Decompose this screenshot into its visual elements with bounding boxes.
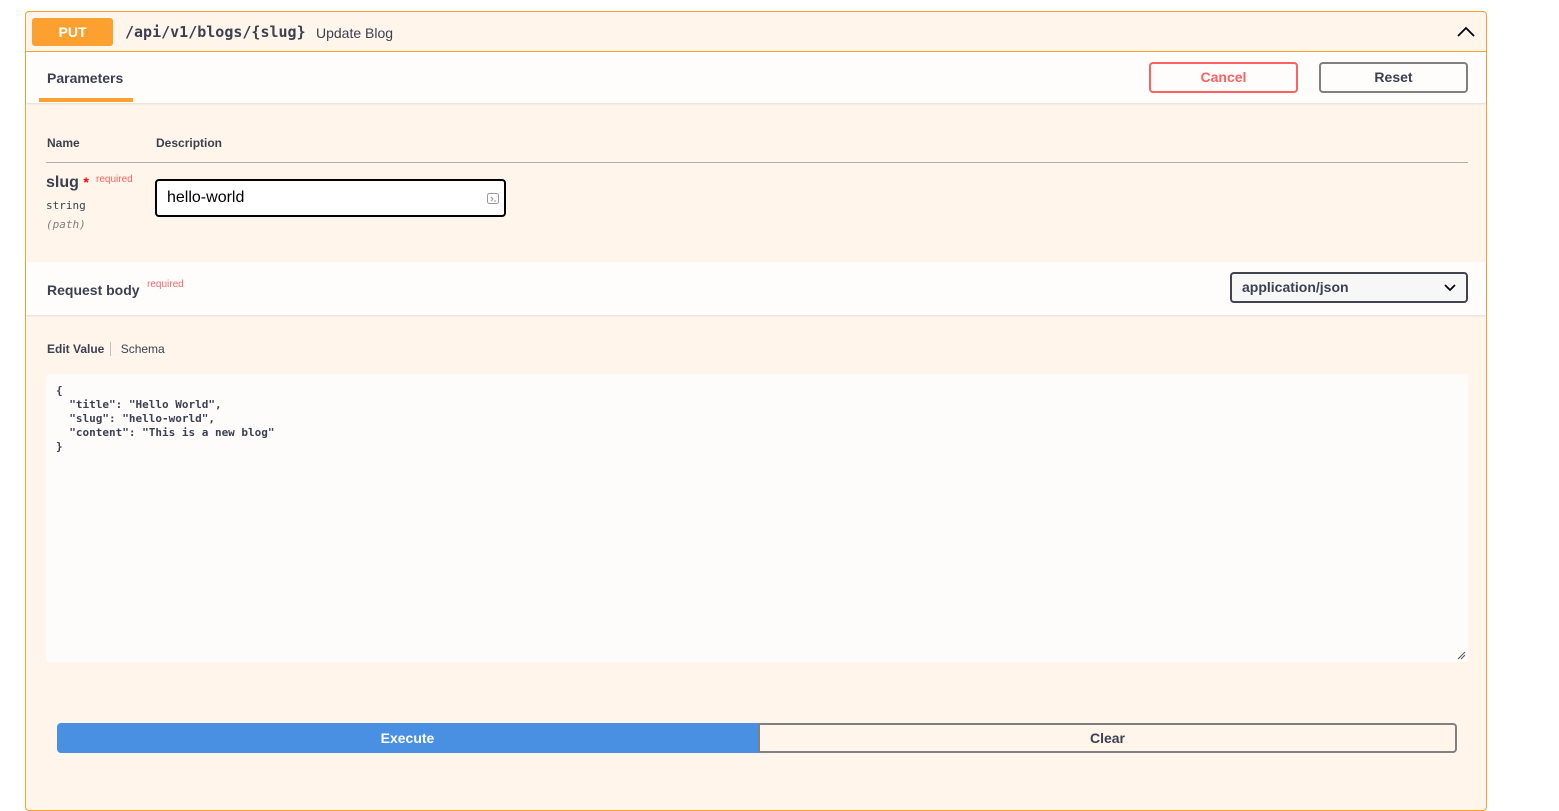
parameters-header: Parameters Cancel Reset	[26, 52, 1486, 103]
column-header-name: Name	[47, 136, 80, 150]
http-method-badge: PUT	[32, 18, 113, 46]
content-type-value: application/json	[1242, 279, 1349, 295]
endpoint-path: /api/v1/blogs/{slug}	[125, 23, 306, 41]
param-type: string	[46, 199, 86, 212]
reset-button[interactable]: Reset	[1319, 62, 1468, 93]
slug-input[interactable]	[155, 179, 506, 217]
resize-grip-icon[interactable]	[1457, 651, 1466, 660]
param-name-text: slug	[46, 174, 79, 191]
request-body-editor[interactable]: { "title": "Hello World", "slug": "hello…	[46, 374, 1468, 662]
clear-button[interactable]: Clear	[758, 723, 1457, 753]
tab-edit-value[interactable]: Edit Value	[47, 342, 112, 356]
param-location: (path)	[46, 218, 86, 231]
table-divider	[46, 162, 1468, 163]
request-body-title: Request body	[47, 282, 140, 298]
chevron-down-icon	[1444, 284, 1456, 292]
cancel-button[interactable]: Cancel	[1149, 62, 1298, 93]
operation-block: PUT /api/v1/blogs/{slug} Update Blog Par…	[25, 11, 1487, 811]
body-tabs: Edit Value Schema	[47, 342, 165, 356]
tab-active-indicator	[39, 98, 133, 102]
chevron-up-icon[interactable]	[1456, 22, 1476, 42]
operation-summary[interactable]: PUT /api/v1/blogs/{slug} Update Blog	[26, 12, 1486, 52]
execute-wrapper: Execute Clear	[57, 723, 1457, 753]
tab-parameters[interactable]: Parameters	[47, 70, 123, 86]
operation-description: Update Blog	[316, 25, 394, 41]
param-name: slug *	[46, 174, 89, 192]
column-header-description: Description	[156, 136, 223, 150]
clipboard-icon[interactable]	[487, 193, 499, 204]
request-body-required-label: required	[147, 279, 184, 290]
execute-button[interactable]: Execute	[57, 723, 758, 753]
param-required-label: required	[96, 174, 133, 185]
request-body-header: Request body required application/json	[26, 262, 1486, 315]
tab-schema[interactable]: Schema	[115, 342, 165, 356]
content-type-select[interactable]: application/json	[1230, 272, 1468, 303]
required-star: *	[83, 174, 89, 190]
